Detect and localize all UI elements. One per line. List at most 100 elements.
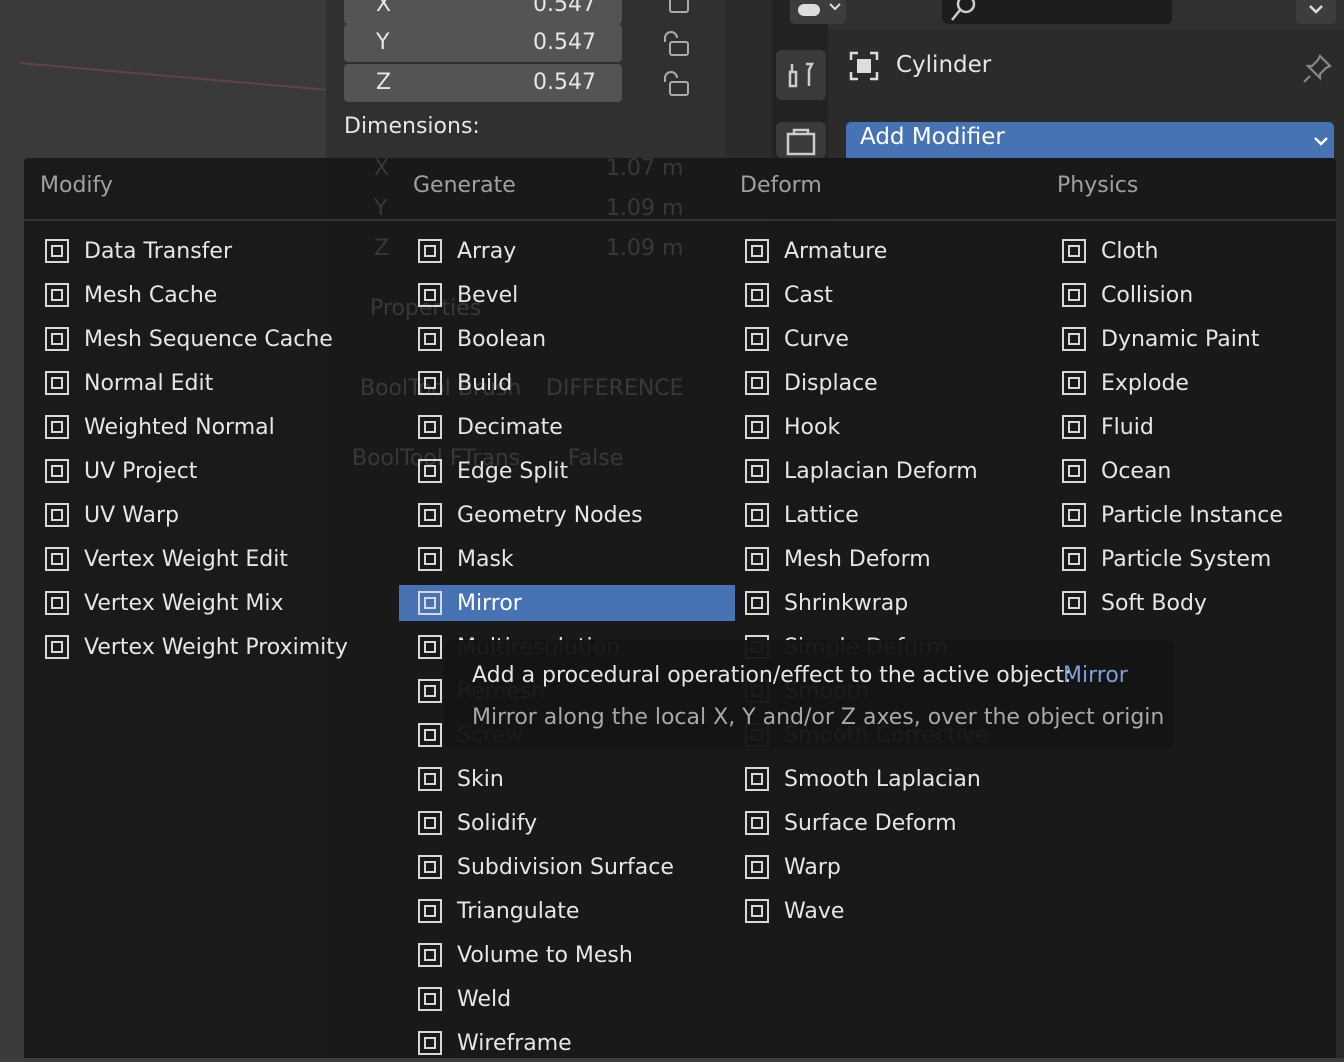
menu-item-triangulate[interactable]: Triangulate [413, 893, 735, 929]
menu-item-weighted-normal[interactable]: Weighted Normal [40, 409, 370, 445]
menu-item-skin[interactable]: Skin [413, 761, 735, 797]
menu-item-wireframe[interactable]: Wireframe [413, 1025, 735, 1061]
data-transfer-icon [42, 236, 72, 266]
menu-item-mesh-cache[interactable]: Mesh Cache [40, 277, 370, 313]
menu-item-uv-warp[interactable]: UV Warp [40, 497, 370, 533]
menu-item-bevel[interactable]: Bevel [413, 277, 735, 313]
menu-item-label: Geometry Nodes [457, 502, 643, 528]
scale-z-axis-label: Z [376, 70, 392, 95]
triangulate-icon [415, 896, 445, 926]
screw-icon [415, 720, 445, 750]
menu-item-vertex-weight-proximity[interactable]: Vertex Weight Proximity [40, 629, 370, 665]
menu-item-shrinkwrap[interactable]: Shrinkwrap [740, 585, 1058, 621]
menu-item-ocean[interactable]: Ocean [1057, 453, 1335, 489]
remesh-icon [415, 676, 445, 706]
menu-item-edge-split[interactable]: Edge Split [413, 453, 735, 489]
menu-item-displace[interactable]: Displace [740, 365, 1058, 401]
menu-item-particle-system[interactable]: Particle System [1057, 541, 1335, 577]
scale-y-field[interactable]: Y 0.547 [344, 24, 622, 62]
menu-item-lattice[interactable]: Lattice [740, 497, 1058, 533]
menu-item-label: Mirror [457, 590, 522, 616]
menu-item-mirror[interactable]: Mirror [399, 585, 735, 621]
lock-z-icon[interactable] [660, 70, 690, 100]
normal-edit-icon [42, 368, 72, 398]
menu-item-surface-deform[interactable]: Surface Deform [740, 805, 1058, 841]
menu-item-mask[interactable]: Mask [413, 541, 735, 577]
menu-item-label: Weld [457, 986, 512, 1012]
menu-item-dynamic-paint[interactable]: Dynamic Paint [1057, 321, 1335, 357]
column-header-modify: Modify [40, 173, 113, 198]
menu-item-volume-to-mesh[interactable]: Volume to Mesh [413, 937, 735, 973]
menu-item-label: Build [457, 370, 513, 396]
menu-item-vertex-weight-edit[interactable]: Vertex Weight Edit [40, 541, 370, 577]
menu-item-smooth-laplacian[interactable]: Smooth Laplacian [740, 761, 1058, 797]
editor-type-dropdown[interactable] [790, 0, 846, 24]
menu-item-label: Mask [457, 546, 514, 572]
uv-warp-icon [42, 500, 72, 530]
menu-item-laplacian-deform[interactable]: Laplacian Deform [740, 453, 1058, 489]
menu-item-normal-edit[interactable]: Normal Edit [40, 365, 370, 401]
menu-item-label: Vertex Weight Edit [84, 546, 288, 572]
menu-item-boolean[interactable]: Boolean [413, 321, 735, 357]
menu-divider [24, 219, 1336, 221]
uv-project-icon [42, 456, 72, 486]
scale-y-axis-label: Y [376, 30, 390, 55]
menu-item-collision[interactable]: Collision [1057, 277, 1335, 313]
menu-item-vertex-weight-mix[interactable]: Vertex Weight Mix [40, 585, 370, 621]
collapse-button[interactable] [1296, 0, 1336, 24]
menu-item-cast[interactable]: Cast [740, 277, 1058, 313]
menu-item-uv-project[interactable]: UV Project [40, 453, 370, 489]
menu-item-label: Data Transfer [84, 238, 232, 264]
scale-x-field[interactable]: X 0.547 [344, 0, 622, 24]
menu-item-build[interactable]: Build [413, 365, 735, 401]
menu-item-warp[interactable]: Warp [740, 849, 1058, 885]
menu-item-geometry-nodes[interactable]: Geometry Nodes [413, 497, 735, 533]
scale-x-value: 0.547 [533, 0, 596, 17]
chevron-down-icon [1309, 5, 1323, 14]
tab-render[interactable] [776, 122, 826, 158]
search-input[interactable] [942, 0, 1172, 24]
ghost-dim-y-value: 1.09 m [606, 196, 684, 221]
menu-item-label: Vertex Weight Mix [84, 590, 284, 616]
object-icon [849, 51, 879, 81]
menu-item-mesh-sequence-cache[interactable]: Mesh Sequence Cache [40, 321, 370, 357]
menu-item-label: Displace [784, 370, 878, 396]
menu-item-solidify[interactable]: Solidify [413, 805, 735, 841]
menu-item-fluid[interactable]: Fluid [1057, 409, 1335, 445]
menu-item-label: Weighted Normal [84, 414, 275, 440]
menu-item-explode[interactable]: Explode [1057, 365, 1335, 401]
menu-item-weld[interactable]: Weld [413, 981, 735, 1017]
scale-z-field[interactable]: Z 0.547 [344, 64, 622, 102]
surface-deform-icon [742, 808, 772, 838]
column-header-deform: Deform [740, 173, 822, 198]
menu-item-label: Mesh Deform [784, 546, 931, 572]
ghost-dim-z: Z [374, 236, 390, 261]
menu-item-mesh-deform[interactable]: Mesh Deform [740, 541, 1058, 577]
menu-item-wave[interactable]: Wave [740, 893, 1058, 929]
cast-icon [742, 280, 772, 310]
lock-x-icon[interactable] [660, 0, 690, 20]
menu-item-armature[interactable]: Armature [740, 233, 1058, 269]
menu-item-particle-instance[interactable]: Particle Instance [1057, 497, 1335, 533]
particle-instance-icon [1059, 500, 1089, 530]
menu-item-cloth[interactable]: Cloth [1057, 233, 1335, 269]
lattice-icon [742, 500, 772, 530]
menu-item-label: Curve [784, 326, 849, 352]
menu-item-label: Solidify [457, 810, 538, 836]
menu-item-array[interactable]: Array [413, 233, 735, 269]
menu-item-curve[interactable]: Curve [740, 321, 1058, 357]
wrench-screwdriver-icon [788, 62, 815, 88]
skin-icon [415, 764, 445, 794]
weld-icon [415, 984, 445, 1014]
lock-y-icon[interactable] [660, 30, 690, 60]
menu-item-label: Explode [1101, 370, 1189, 396]
menu-item-subdivision-surface[interactable]: Subdivision Surface [413, 849, 735, 885]
tooltip [444, 640, 1174, 748]
tab-tool[interactable] [776, 50, 826, 100]
menu-item-decimate[interactable]: Decimate [413, 409, 735, 445]
menu-item-soft-body[interactable]: Soft Body [1057, 585, 1335, 621]
menu-item-label: Lattice [784, 502, 859, 528]
pin-icon[interactable] [1300, 52, 1334, 86]
menu-item-hook[interactable]: Hook [740, 409, 1058, 445]
menu-item-data-transfer[interactable]: Data Transfer [40, 233, 370, 269]
